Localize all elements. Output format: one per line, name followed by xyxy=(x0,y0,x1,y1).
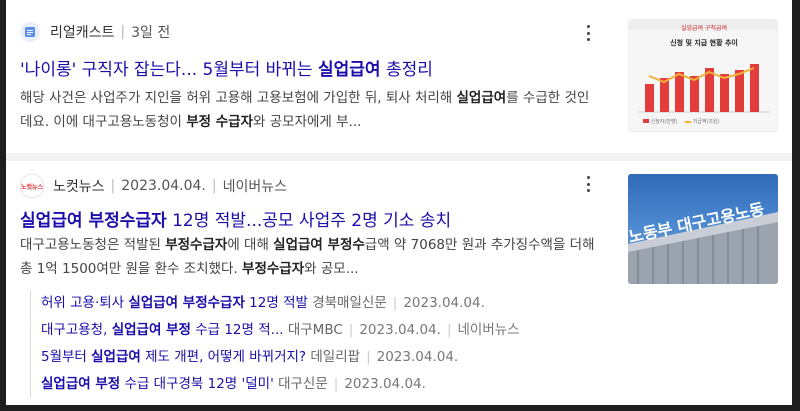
snippet-text: 와 공모... xyxy=(304,261,359,277)
snippet-highlight: 실업급여 부정수 xyxy=(273,237,365,253)
nocut-news-logo: 노컷뉴스 xyxy=(20,174,44,198)
more-vertical-icon[interactable] xyxy=(580,23,596,43)
related-portal-link[interactable]: 네이버뉴스 xyxy=(458,322,520,338)
related-title-link[interactable]: 대구고용청, 실업급여 부정 수급 12명 적... xyxy=(41,322,284,338)
related-article[interactable]: 실업급여 부정 수급 대구경북 12명 '덜미' 대구신문 | 2023.04.04… xyxy=(41,371,611,398)
related-articles: 허위 고용·퇴사 실업급여 부정수급자 12명 적발 경북매일신문 | 2023.0… xyxy=(30,290,611,398)
separator: | xyxy=(110,178,116,194)
related-press: 대구MBC xyxy=(287,322,343,338)
source-date: 2023.04.04. xyxy=(121,178,206,194)
source-portal-link[interactable]: 네이버뉴스 xyxy=(223,176,287,196)
result-thumbnail[interactable]: 노동부 대구고용노동 xyxy=(628,174,778,284)
source-name: 리얼캐스트 xyxy=(50,25,115,41)
related-date: 2023.04.04. xyxy=(344,376,426,392)
legend-label: 신청자(만명) xyxy=(650,119,678,125)
bottom-edge xyxy=(0,405,800,411)
search-results-panel: 리얼캐스트 | 3일 전 '나이롱' 구직자 잡는다... 5월부터 바뀌는 실… xyxy=(6,0,792,405)
snippet-highlight: 부정 수급자 xyxy=(186,114,254,130)
result-thumbnail[interactable]: 실업급여 구직급여 신청 및 지급 현황 추이 신청자(만명) 지급액(조원) xyxy=(628,19,778,132)
document-icon xyxy=(20,22,40,42)
related-date: 2023.04.04. xyxy=(359,322,441,338)
snippet-highlight: 실업급여 xyxy=(456,90,507,106)
result-title-link[interactable]: 실업급여 부정수급자 12명 적발...공모 사업주 2명 기소 송치 xyxy=(20,206,610,231)
related-article[interactable]: 허위 고용·퇴사 실업급여 부정수급자 12명 적발 경북매일신문 | 2023.0… xyxy=(41,290,611,317)
result-title-link[interactable]: '나이롱' 구직자 잡는다... 5월부터 바뀌는 실업급여 총정리 xyxy=(20,55,610,80)
related-article[interactable]: 5월부터 실업급여 제도 개편, 어떻게 바뀌거지? 데일리팝 | 2023.04.… xyxy=(41,344,611,371)
title-highlight: 실업급여 부정수급자 xyxy=(20,211,167,231)
result-snippet: 해당 사건은 사업주가 지인을 허위 고용해 고용보험에 가입한 뒤, 퇴사 처… xyxy=(20,86,598,134)
result-snippet: 대구고용노동청은 적발된 부정수급자에 대해 실업급여 부정수급액 약 7068… xyxy=(20,233,598,281)
result-source[interactable]: 리얼캐스트 | 3일 전 xyxy=(20,22,170,42)
separator: | xyxy=(211,178,217,194)
legend-label: 지급액(조원) xyxy=(692,119,720,125)
snippet-highlight: 부정수급자 xyxy=(242,261,305,277)
related-date: 2023.04.04. xyxy=(403,295,485,311)
result-divider xyxy=(6,153,792,161)
snippet-text: 해당 사건은 사업주가 지인을 허위 고용해 고용보험에 가입한 뒤, 퇴사 처… xyxy=(20,90,457,106)
source-time: 3일 전 xyxy=(131,25,171,41)
title-text: 12명 적발...공모 사업주 2명 기소 송치 xyxy=(166,211,452,231)
thumbnail-chart xyxy=(639,64,769,113)
related-press: 대구신문 xyxy=(278,376,328,392)
result-source[interactable]: 노컷뉴스 노컷뉴스 | 2023.04.04. | 네이버뉴스 xyxy=(20,174,287,198)
related-date: 2023.04.04. xyxy=(376,349,459,365)
thumbnail-caption: 실업급여 구직급여 xyxy=(680,25,728,32)
snippet-text: 와 공모자에게 부... xyxy=(253,114,362,130)
related-press: 경북매일신문 xyxy=(312,295,387,311)
related-press: 데일리팝 xyxy=(310,349,361,365)
related-title-link[interactable]: 허위 고용·퇴사 실업급여 부정수급자 12명 적발 xyxy=(41,295,308,311)
title-text: '나이롱' 구직자 잡는다... 5월부터 바뀌는 xyxy=(20,60,318,80)
snippet-highlight: 부정수급자 xyxy=(165,237,228,253)
snippet-text: 에 대해 xyxy=(227,237,274,253)
related-title-link[interactable]: 실업급여 부정 수급 대구경북 12명 '덜미' xyxy=(41,376,274,392)
related-article[interactable]: 대구고용청, 실업급여 부정 수급 12명 적... 대구MBC | 2023.04… xyxy=(41,317,611,344)
title-text: 총정리 xyxy=(380,60,433,80)
thumbnail-caption: 신청 및 지급 현황 추이 xyxy=(670,39,738,47)
related-title-link[interactable]: 5월부터 실업급여 제도 개편, 어떻게 바뀌거지? xyxy=(41,349,306,365)
snippet-text: 대구고용노동청은 적발된 xyxy=(20,237,166,253)
title-highlight: 실업급여 xyxy=(318,60,381,80)
source-name: 노컷뉴스 xyxy=(53,179,105,195)
separator: | xyxy=(120,24,126,40)
more-vertical-icon[interactable] xyxy=(580,174,596,194)
